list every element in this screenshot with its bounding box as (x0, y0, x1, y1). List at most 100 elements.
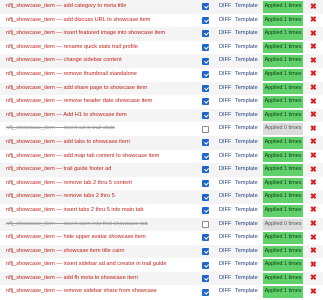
template-link[interactable]: Template (235, 272, 258, 286)
modification-title-link[interactable]: nflj_showcase_item — remove tabs 2 thru … (6, 190, 196, 204)
delete-icon[interactable]: ✖ (310, 260, 318, 269)
delete-icon[interactable]: ✖ (310, 274, 318, 282)
modification-title-link[interactable]: nflj_showcase_item — insert tabs 2 thru … (6, 204, 196, 218)
modification-title-link[interactable]: nflj_showcase_item — Add H1 to showcase … (6, 109, 196, 123)
diff-link[interactable]: DIFF (219, 68, 231, 82)
diff-link[interactable]: DIFF (219, 95, 231, 109)
delete-icon[interactable]: ✖ (310, 16, 318, 24)
delete-icon[interactable]: ✖ (310, 29, 318, 38)
template-link[interactable]: Template (235, 14, 258, 28)
modification-title-link[interactable]: nflj_showcase_item — rename quick stats … (6, 41, 196, 55)
modification-title-link[interactable]: nflj_showcase_item — change sidebar cont… (6, 54, 196, 68)
enabled-checkbox[interactable] (202, 84, 209, 92)
delete-icon[interactable]: ✖ (310, 233, 318, 242)
diff-link[interactable]: DIFF (219, 231, 231, 245)
template-link[interactable]: Template (235, 285, 258, 299)
template-link[interactable]: Template (235, 122, 258, 136)
diff-link[interactable]: DIFF (219, 177, 231, 191)
delete-icon[interactable]: ✖ (310, 43, 318, 51)
delete-icon[interactable]: ✖ (310, 192, 318, 201)
enabled-checkbox[interactable] (202, 152, 209, 160)
enabled-checkbox[interactable] (202, 98, 209, 106)
template-link[interactable]: Template (235, 41, 258, 55)
template-link[interactable]: Template (235, 150, 258, 164)
delete-icon[interactable]: ✖ (310, 138, 318, 146)
enabled-checkbox[interactable] (202, 125, 209, 133)
template-link[interactable]: Template (235, 177, 258, 191)
modification-title-link[interactable]: nflj_showcase_item — add discuss URL to … (6, 14, 196, 28)
template-link[interactable]: Template (235, 218, 258, 232)
diff-link[interactable]: DIFF (219, 122, 231, 136)
modification-title-link[interactable]: nflj_showcase_item — add map tab content… (6, 150, 196, 164)
delete-icon[interactable]: ✖ (310, 2, 318, 11)
enabled-checkbox[interactable] (202, 139, 209, 147)
template-link[interactable]: Template (235, 0, 258, 14)
modification-title-link[interactable]: nflj_showcase_item — remove tab 2 thru 5… (6, 177, 196, 191)
modification-title-link[interactable]: nflj_showcase_item — showcase item title… (6, 245, 196, 259)
enabled-checkbox[interactable] (202, 261, 209, 269)
delete-icon[interactable]: ✖ (310, 247, 318, 255)
template-link[interactable]: Template (235, 95, 258, 109)
enabled-checkbox[interactable] (202, 44, 209, 52)
enabled-checkbox[interactable] (202, 275, 209, 283)
diff-link[interactable]: DIFF (219, 204, 231, 218)
template-link[interactable]: Template (235, 82, 258, 96)
template-link[interactable]: Template (235, 109, 258, 123)
enabled-checkbox[interactable] (202, 207, 209, 215)
delete-icon[interactable]: ✖ (310, 70, 318, 78)
modification-title-link[interactable]: nflj_showcase_item — hide upper avatar s… (6, 231, 196, 245)
template-link[interactable]: Template (235, 190, 258, 204)
diff-link[interactable]: DIFF (219, 136, 231, 150)
enabled-checkbox[interactable] (202, 220, 209, 228)
modification-title-link[interactable]: nflj_showcase_item — add fb meta to show… (6, 272, 196, 286)
modification-title-link[interactable]: nflj_showcase_item — insert ad in trail … (6, 122, 196, 136)
enabled-checkbox[interactable] (202, 30, 209, 38)
delete-icon[interactable]: ✖ (310, 206, 318, 214)
diff-link[interactable]: DIFF (219, 41, 231, 55)
diff-link[interactable]: DIFF (219, 82, 231, 96)
template-link[interactable]: Template (235, 163, 258, 177)
modification-title-link[interactable]: nflj_showcase_item — add tabs to showcas… (6, 136, 196, 150)
enabled-checkbox[interactable] (202, 288, 209, 296)
delete-icon[interactable]: ✖ (310, 111, 318, 119)
diff-link[interactable]: DIFF (219, 27, 231, 41)
delete-icon[interactable]: ✖ (310, 220, 318, 228)
diff-link[interactable]: DIFF (219, 54, 231, 68)
template-link[interactable]: Template (235, 27, 258, 41)
enabled-checkbox[interactable] (202, 180, 209, 188)
template-link[interactable]: Template (235, 258, 258, 272)
template-link[interactable]: Template (235, 54, 258, 68)
delete-icon[interactable]: ✖ (310, 165, 318, 174)
modification-title-link[interactable]: nflj_showcase_item — insert cairn into f… (6, 218, 196, 232)
diff-link[interactable]: DIFF (219, 245, 231, 259)
template-link[interactable]: Template (235, 245, 258, 259)
diff-link[interactable]: DIFF (219, 272, 231, 286)
enabled-checkbox[interactable] (202, 247, 209, 255)
diff-link[interactable]: DIFF (219, 14, 231, 28)
enabled-checkbox[interactable] (202, 193, 209, 201)
delete-icon[interactable]: ✖ (310, 56, 318, 65)
diff-link[interactable]: DIFF (219, 285, 231, 299)
diff-link[interactable]: DIFF (219, 218, 231, 232)
diff-link[interactable]: DIFF (219, 150, 231, 164)
template-link[interactable]: Template (235, 68, 258, 82)
delete-icon[interactable]: ✖ (310, 84, 318, 92)
diff-link[interactable]: DIFF (219, 109, 231, 123)
enabled-checkbox[interactable] (202, 57, 209, 65)
enabled-checkbox[interactable] (202, 3, 209, 11)
enabled-checkbox[interactable] (202, 71, 209, 79)
modification-title-link[interactable]: nflj_showcase_item — remove thumbnail st… (6, 68, 196, 82)
diff-link[interactable]: DIFF (219, 190, 231, 204)
diff-link[interactable]: DIFF (219, 0, 231, 14)
delete-icon[interactable]: ✖ (310, 179, 318, 187)
diff-link[interactable]: DIFF (219, 163, 231, 177)
enabled-checkbox[interactable] (202, 112, 209, 120)
modification-title-link[interactable]: nflj_showcase_item — trail guide footer … (6, 163, 196, 177)
modification-title-link[interactable]: nflj_showcase_item — insert featured ima… (6, 27, 196, 41)
enabled-checkbox[interactable] (202, 166, 209, 174)
template-link[interactable]: Template (235, 231, 258, 245)
delete-icon[interactable]: ✖ (310, 152, 318, 160)
modification-title-link[interactable]: nflj_showcase_item — insert sidebar ad a… (6, 258, 196, 272)
template-link[interactable]: Template (235, 136, 258, 150)
template-link[interactable]: Template (235, 204, 258, 218)
